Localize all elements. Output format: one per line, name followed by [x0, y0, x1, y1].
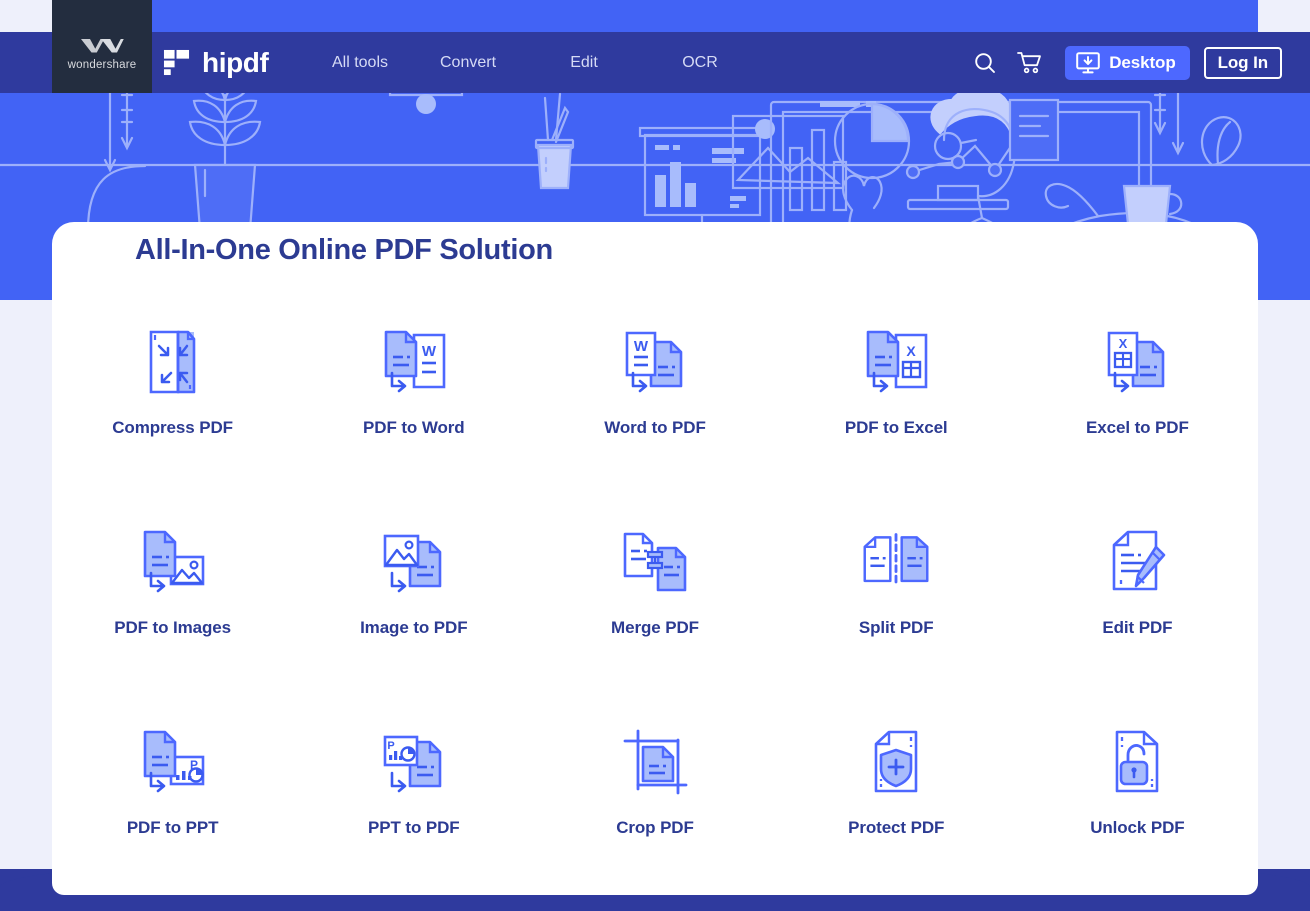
tool-pdf-to-excel[interactable]: X PDF to Excel — [776, 304, 1017, 504]
tool-image-to-pdf[interactable]: Image to PDF — [293, 504, 534, 704]
pdf-to-ppt-icon: P — [137, 726, 209, 798]
excel-to-pdf-icon: X — [1101, 326, 1173, 398]
svg-text:P: P — [387, 740, 394, 752]
wondershare-label: wondershare — [67, 59, 137, 71]
page-title: All-In-One Online PDF Solution — [135, 234, 553, 266]
nav-link-ocr[interactable]: OCR — [642, 46, 758, 80]
hipdf-wordmark: hipdf — [202, 46, 269, 78]
nav-link-convert[interactable]: Convert — [410, 46, 526, 80]
nav-link-edit[interactable]: Edit — [526, 46, 642, 80]
search-icon — [975, 52, 996, 73]
ppt-to-pdf-icon: P — [378, 726, 450, 798]
tool-pdf-to-word[interactable]: W PDF to Word — [293, 304, 534, 504]
wondershare-w-icon — [81, 39, 124, 53]
tool-pdf-to-ppt[interactable]: P PDF to PPT — [52, 704, 293, 895]
tool-label: Merge PDF — [611, 618, 699, 637]
top-navigation-bar: wondershare hipdf All tools Convert Edit… — [0, 0, 1310, 93]
tool-crop-pdf[interactable]: Crop PDF — [534, 704, 775, 895]
tools-card: All-In-One Online PDF Solution Compress … — [52, 222, 1258, 895]
hipdf-mark-icon — [163, 49, 190, 76]
wondershare-logo-badge[interactable]: wondershare — [52, 0, 152, 93]
compress-pdf-icon — [137, 326, 209, 398]
tool-label: Word to PDF — [604, 418, 706, 437]
tool-label: PDF to Images — [114, 618, 231, 637]
split-pdf-icon — [860, 526, 932, 598]
tool-label: Excel to PDF — [1086, 418, 1189, 437]
tool-word-to-pdf[interactable]: W Word to PDF — [534, 304, 775, 504]
shopping-cart-icon — [1016, 51, 1041, 73]
merge-pdf-icon — [619, 526, 691, 598]
crop-pdf-icon — [619, 726, 691, 798]
tool-unlock-pdf[interactable]: Unlock PDF — [1017, 704, 1258, 895]
unlock-pdf-icon — [1101, 726, 1173, 798]
nav-link-all-tools[interactable]: All tools — [310, 46, 410, 80]
tool-excel-to-pdf[interactable]: X Excel to PDF — [1017, 304, 1258, 504]
tool-protect-pdf[interactable]: Protect PDF — [776, 704, 1017, 895]
tool-label: Edit PDF — [1102, 618, 1173, 637]
desktop-button-label: Desktop — [1109, 52, 1176, 72]
login-button-label: Log In — [1217, 52, 1268, 72]
pdf-to-word-icon: W — [378, 326, 450, 398]
hipdf-home-page: wondershare hipdf All tools Convert Edit… — [0, 0, 1310, 911]
tool-label: Compress PDF — [112, 418, 233, 437]
login-button[interactable]: Log In — [1203, 46, 1282, 79]
protect-pdf-icon — [860, 726, 932, 798]
cart-button[interactable] — [1007, 43, 1051, 83]
tool-label: Split PDF — [858, 618, 934, 637]
tool-pdf-to-images[interactable]: PDF to Images — [52, 504, 293, 704]
tool-compress-pdf[interactable]: Compress PDF — [52, 304, 293, 504]
image-to-pdf-icon — [378, 526, 450, 598]
tool-label: Crop PDF — [616, 818, 694, 837]
tool-label: PDF to Word — [363, 418, 465, 437]
tool-edit-pdf[interactable]: Edit PDF — [1017, 504, 1258, 704]
tool-label: PDF to Excel — [844, 418, 948, 437]
desktop-download-button[interactable]: Desktop — [1065, 45, 1190, 80]
tool-label: PDF to PPT — [126, 818, 219, 837]
tool-label: Protect PDF — [848, 818, 945, 837]
tool-merge-pdf[interactable]: Merge PDF — [534, 504, 775, 704]
search-button[interactable] — [963, 43, 1007, 83]
svg-text:W: W — [634, 338, 649, 355]
pdf-to-excel-icon: X — [860, 326, 932, 398]
nav-right-actions: Desktop Log In — [963, 43, 1282, 83]
svg-text:W: W — [422, 343, 437, 360]
hero-corner-right — [1258, 0, 1310, 32]
hipdf-brand[interactable]: hipdf — [163, 46, 269, 79]
svg-text:X: X — [907, 343, 917, 359]
word-to-pdf-icon: W — [619, 326, 691, 398]
monitor-download-icon — [1076, 51, 1101, 73]
tool-label: Unlock PDF — [1090, 818, 1185, 837]
tool-ppt-to-pdf[interactable]: P PPT to PDF — [293, 704, 534, 895]
tool-split-pdf[interactable]: Split PDF — [776, 504, 1017, 704]
hero-corner-left — [0, 0, 52, 32]
edit-pdf-icon — [1101, 526, 1173, 598]
tools-grid: Compress PDF W PDF to Word W Word to PDF… — [52, 304, 1258, 895]
svg-text:X: X — [1119, 336, 1128, 351]
tool-label: Image to PDF — [360, 618, 468, 637]
pdf-to-images-icon — [137, 526, 209, 598]
main-nav-links: All tools Convert Edit OCR — [310, 46, 758, 80]
tool-label: PPT to PDF — [368, 818, 460, 837]
